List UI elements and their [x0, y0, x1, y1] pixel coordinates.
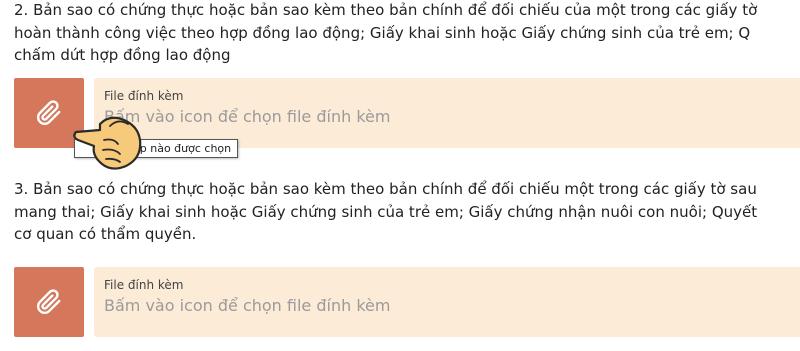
document-item-2-line-2: hoàn thành công việc theo hợp đồng lao đ… — [14, 23, 751, 42]
paperclip-icon — [37, 100, 61, 125]
document-item-2-line-3: chấm dứt hợp đồng lao động — [14, 46, 231, 64]
attachment-label: File đính kèm — [104, 278, 184, 292]
document-item-3-text: 3. Bản sao có chứng thực hoặc bản sao kè… — [14, 178, 800, 246]
paperclip-icon — [37, 289, 61, 314]
attachment-label: File đính kèm — [104, 89, 184, 103]
document-item-3-line-3: cơ quan có thẩm quyền. — [14, 225, 197, 243]
hand-pointer-cursor-icon — [73, 116, 142, 170]
document-item-3-line-1: 3. Bản sao có chứng thực hoặc bản sao kè… — [14, 180, 757, 198]
attachment-field-item-2[interactable]: File đính kèm Bấm vào icon để chọn file … — [94, 78, 800, 148]
document-item-2-text: 2. Bản sao có chứng thực hoặc bản sao kè… — [14, 0, 800, 67]
document-item-3-line-2: mang thai; Giấy khai sinh hoặc Giấy chứn… — [14, 202, 758, 221]
attachment-field-item-3[interactable]: File đính kèm Bấm vào icon để chọn file … — [94, 267, 800, 337]
attach-file-button-item-3[interactable] — [14, 267, 84, 337]
attachment-placeholder: Bấm vào icon để chọn file đính kèm — [104, 296, 391, 315]
document-item-2-line-1: 2. Bản sao có chứng thực hoặc bản sao kè… — [14, 1, 758, 19]
